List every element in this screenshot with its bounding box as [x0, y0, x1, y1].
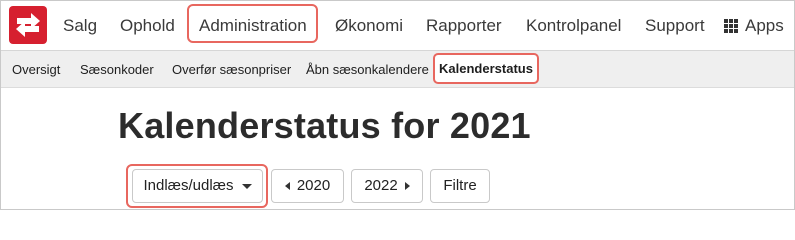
- nav-item-support[interactable]: Support: [645, 1, 705, 50]
- nav-item-kontrolpanel[interactable]: Kontrolpanel: [526, 1, 621, 50]
- nav-item-rapporter[interactable]: Rapporter: [426, 1, 502, 50]
- subnav-item-oversigt[interactable]: Oversigt: [12, 51, 60, 88]
- import-export-label: Indlæs/udlæs: [143, 177, 234, 194]
- subnav-item-kalenderstatus[interactable]: Kalenderstatus: [433, 53, 539, 84]
- subnav-item-overfor-saesonpriser[interactable]: Overfør sæsonpriser: [172, 51, 291, 88]
- nav-item-ophold[interactable]: Ophold: [120, 1, 175, 50]
- swap-arrows-logo[interactable]: [9, 6, 47, 44]
- filter-label: Filtre: [443, 177, 477, 194]
- caret-down-icon: [241, 183, 252, 189]
- triangle-right-icon: [404, 182, 410, 191]
- nav-item-okonomi[interactable]: Økonomi: [335, 1, 403, 50]
- grid-icon[interactable]: [724, 19, 739, 34]
- subnav-item-abn-saesonkalendere[interactable]: Åbn sæsonkalendere: [306, 51, 429, 88]
- triangle-left-icon: [284, 182, 290, 191]
- next-year-label: 2022: [364, 177, 398, 194]
- sub-navigation: Oversigt Sæsonkoder Overfør sæsonpriser …: [1, 51, 794, 88]
- filter-button[interactable]: Filtre: [430, 169, 490, 203]
- import-export-dropdown[interactable]: Indlæs/udlæs: [132, 169, 263, 203]
- subnav-item-label: Kalenderstatus: [439, 61, 533, 76]
- nav-item-administration[interactable]: Administration: [199, 1, 307, 50]
- nav-item-salg[interactable]: Salg: [63, 1, 97, 50]
- nav-item-apps[interactable]: Apps: [745, 1, 784, 50]
- page-title: Kalenderstatus for 2021: [118, 105, 531, 146]
- next-year-button[interactable]: 2022: [351, 169, 423, 203]
- prev-year-button[interactable]: 2020: [271, 169, 344, 203]
- subnav-item-saesonkoder[interactable]: Sæsonkoder: [80, 51, 154, 88]
- prev-year-label: 2020: [296, 177, 331, 194]
- top-navigation: Salg Ophold Administration Økonomi Rappo…: [1, 1, 794, 51]
- logo-arrows-icon: [16, 13, 40, 37]
